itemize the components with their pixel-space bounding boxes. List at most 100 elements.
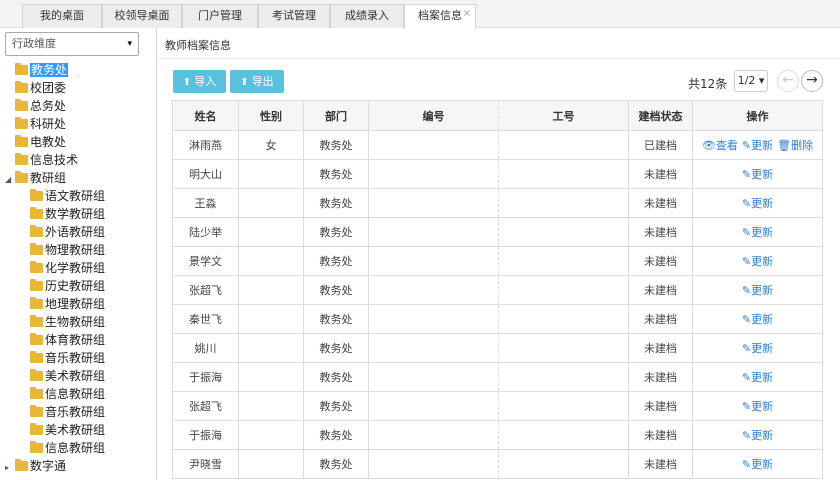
tree-node[interactable]: 总务处 — [15, 97, 66, 115]
cell-name: 张超飞 — [172, 275, 239, 305]
update-link[interactable]: ✎更新 — [742, 255, 773, 268]
tab-leader-desktop[interactable]: 校领导桌面 — [102, 4, 182, 28]
column-header[interactable]: 部门 — [303, 100, 369, 131]
cell-dept: 教务处 — [303, 304, 369, 334]
update-link[interactable]: ✎更新 — [742, 226, 773, 239]
collapse-toggle-icon[interactable]: ◢ — [5, 171, 15, 189]
table-row: 王淼 教务处 未建档 ✎更新 — [172, 188, 823, 218]
tree-node[interactable]: 生物教研组 — [30, 313, 105, 331]
cell-job_no — [498, 304, 629, 334]
update-link[interactable]: ✎更新 — [742, 342, 773, 355]
tree-node-label: 数字通 — [30, 459, 67, 473]
update-link[interactable]: ✎更新 — [742, 371, 773, 384]
cell-job_no — [498, 159, 629, 189]
table-row: 尹晓雪 教务处 未建档 ✎更新 — [172, 449, 823, 479]
cell-dept: 教务处 — [303, 391, 369, 421]
folder-icon — [30, 279, 43, 291]
tree-node[interactable]: 外语教研组 — [30, 223, 105, 241]
tree-node[interactable]: 科研处 — [15, 115, 66, 133]
column-header[interactable]: 编号 — [368, 100, 499, 131]
table-row: 张超飞 教务处 未建档 ✎更新 — [172, 275, 823, 305]
tree-node[interactable]: 教务处 — [15, 61, 69, 79]
tree-node[interactable]: 信息技术 — [15, 151, 78, 169]
next-page-icon[interactable]: → — [801, 70, 823, 92]
cell-gender — [238, 188, 304, 218]
tree-node[interactable]: 体育教研组 — [30, 331, 105, 349]
tree-node[interactable]: ▸ 数字通 — [5, 457, 66, 475]
folder-icon — [30, 225, 43, 237]
folder-icon — [30, 207, 43, 219]
update-link[interactable]: ✎更新 — [742, 458, 773, 471]
update-link[interactable]: ✎更新 — [742, 284, 773, 297]
tab-score-entry[interactable]: 成绩录入 — [330, 4, 404, 28]
tree-node-label: 科研处 — [30, 117, 67, 131]
update-link[interactable]: ✎更新 — [742, 168, 773, 181]
tree-node-label: 物理教研组 — [45, 243, 106, 257]
cell-dept: 教务处 — [303, 449, 369, 479]
tab-archive-info[interactable]: 档案信息 × — [404, 4, 476, 29]
tree-node[interactable]: 电教处 — [15, 133, 66, 151]
page-select[interactable]: 1/2 ▾ — [734, 70, 768, 92]
tree-node[interactable]: 化学教研组 — [30, 259, 105, 277]
update-link[interactable]: ✎更新 — [742, 429, 773, 442]
cell-number — [368, 159, 499, 189]
tree-node-label: 教研组 — [30, 171, 67, 185]
column-header[interactable]: 性别 — [238, 100, 304, 131]
update-link[interactable]: ✎更新 — [742, 400, 773, 413]
folder-icon — [30, 387, 43, 399]
import-button[interactable]: ⬆ 导入 — [173, 70, 226, 93]
update-link[interactable]: ✎更新 — [742, 139, 773, 152]
cell-actions: ✎更新 — [692, 159, 823, 189]
cell-number — [368, 304, 499, 334]
cell-dept: 教务处 — [303, 130, 369, 160]
tree-node-label: 生物教研组 — [45, 315, 106, 329]
tree-node-label: 语文教研组 — [45, 189, 106, 203]
cell-dept: 教务处 — [303, 159, 369, 189]
tab-exam-management[interactable]: 考试管理 — [258, 4, 330, 28]
update-link[interactable]: ✎更新 — [742, 313, 773, 326]
cell-number — [368, 188, 499, 218]
divider — [158, 58, 840, 59]
tree-node-label: 地理教研组 — [45, 297, 106, 311]
tree-node[interactable]: ◢ 教研组 — [5, 169, 66, 187]
cell-actions: ✎更新 — [692, 246, 823, 276]
tree-node[interactable]: 信息教研组 — [30, 439, 105, 457]
dimension-select[interactable]: 行政维度 ▾ — [5, 32, 139, 56]
tree-node[interactable]: 音乐教研组 — [30, 349, 105, 367]
tree-node[interactable]: 美术教研组 — [30, 367, 105, 385]
cell-status: 未建档 — [628, 159, 693, 189]
tree-node[interactable]: 美术教研组 — [30, 421, 105, 439]
cell-actions: ✎更新 — [692, 420, 823, 450]
delete-link[interactable]: 🗑删除 — [777, 139, 813, 152]
column-header[interactable]: 建档状态 — [628, 100, 693, 131]
tree-node[interactable]: 校团委 — [15, 79, 66, 97]
tree-node[interactable]: 语文教研组 — [30, 187, 105, 205]
export-button[interactable]: ⬆ 导出 — [230, 70, 284, 93]
cell-job_no — [498, 333, 629, 363]
column-header[interactable]: 工号 — [498, 100, 629, 131]
upload-icon: ⬆ — [182, 77, 192, 88]
folder-icon — [30, 333, 43, 345]
tree-node[interactable]: 音乐教研组 — [30, 403, 105, 421]
cell-gender — [238, 246, 304, 276]
view-link[interactable]: 👁查看 — [702, 139, 738, 152]
column-header[interactable]: 姓名 — [172, 100, 239, 131]
breadcrumb: 教师档案信息 — [165, 39, 231, 52]
cell-actions: 👁查看 ✎更新 🗑删除 — [692, 130, 823, 160]
cell-dept: 教务处 — [303, 188, 369, 218]
close-icon[interactable]: × — [463, 3, 471, 25]
cell-job_no — [498, 391, 629, 421]
tree-node[interactable]: 历史教研组 — [30, 277, 105, 295]
table-row: 景学文 教务处 未建档 ✎更新 — [172, 246, 823, 276]
folder-icon — [30, 189, 43, 201]
update-link[interactable]: ✎更新 — [742, 197, 773, 210]
tree-node[interactable]: 物理教研组 — [30, 241, 105, 259]
expand-toggle-icon[interactable]: ▸ — [5, 459, 15, 477]
prev-page-icon[interactable]: ← — [777, 70, 799, 92]
tree-node[interactable]: 地理教研组 — [30, 295, 105, 313]
tree-node[interactable]: 数学教研组 — [30, 205, 105, 223]
table-header-row: 姓名 性别 部门 编号 工号 建档状态 操作 — [172, 100, 823, 131]
tab-my-desktop[interactable]: 我的桌面 — [22, 4, 102, 28]
tab-portal-management[interactable]: 门户管理 — [182, 4, 258, 28]
tree-node[interactable]: 信息教研组 — [30, 385, 105, 403]
